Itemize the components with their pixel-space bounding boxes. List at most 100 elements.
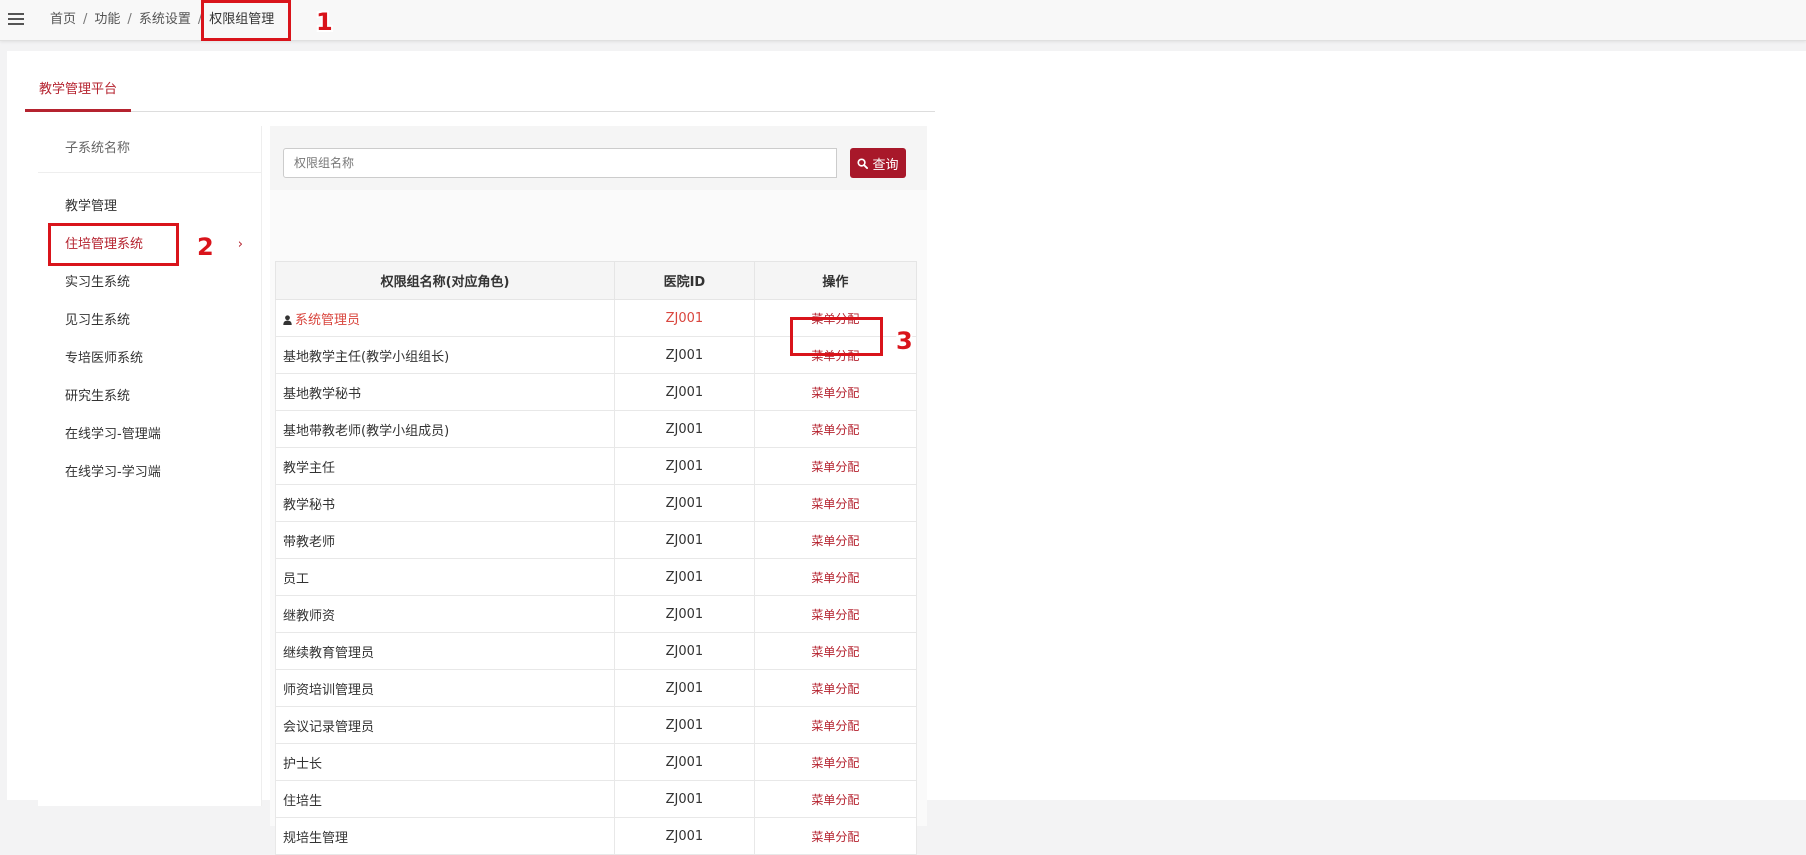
- subsystem-header: 子系统名称: [38, 126, 261, 173]
- cell-group-name: 继续教育管理员: [274, 632, 616, 670]
- cell-hospital-id: ZJ001: [614, 817, 755, 855]
- cell-group-name: 基地教学主任(教学小组组长): [274, 336, 616, 374]
- cell-group-name: 带教老师: [274, 521, 616, 559]
- cell-hospital-id: ZJ001: [614, 410, 755, 448]
- cell-hospital-id: ZJ001: [614, 706, 755, 744]
- cell-group-name: 师资培训管理员: [274, 669, 616, 707]
- table-row: 员工 ZJ001 菜单分配: [274, 558, 918, 596]
- cell-hospital-id: ZJ001: [614, 336, 755, 374]
- table-header-row: 权限组名称(对应角色) 医院ID 操作: [274, 261, 918, 300]
- menu-assign-link[interactable]: 菜单分配: [811, 497, 859, 511]
- annotation-box-2: [48, 223, 179, 266]
- tab-teaching-platform[interactable]: 教学管理平台: [25, 72, 132, 112]
- cell-action: 菜单分配: [753, 669, 918, 707]
- sidebar-item-online-learning-admin[interactable]: 在线学习-管理端: [65, 415, 255, 455]
- cell-action: 菜单分配: [753, 521, 918, 559]
- breadcrumb-separator: /: [127, 12, 132, 27]
- content-area: 查询 权限组名称(对应角色) 医院ID 操作 系统管理员ZJ001菜单分配基地教…: [270, 126, 927, 855]
- sidebar-item-online-learning-student[interactable]: 在线学习-学习端: [65, 453, 255, 493]
- search-icon: [857, 157, 869, 169]
- menu-assign-link[interactable]: 菜单分配: [811, 608, 859, 622]
- table-row: 继续教育管理员 ZJ001 菜单分配: [274, 632, 918, 670]
- breadcrumb-function[interactable]: 功能: [94, 12, 120, 27]
- annotation-number-2: 2: [197, 233, 214, 261]
- cell-group-name: 基地带教老师(教学小组成员): [274, 410, 616, 448]
- menu-assign-link[interactable]: 菜单分配: [811, 830, 859, 844]
- annotation-box-3: [790, 317, 883, 356]
- column-header-action: 操作: [753, 261, 918, 300]
- table-body: 系统管理员 ZJ001 菜单分配 基地教学主任(教学小组组长) ZJ001 菜单分配 基地教…: [274, 299, 918, 855]
- table-row: 带教老师 ZJ001 菜单分配: [274, 521, 918, 559]
- cell-hospital-id: ZJ001: [614, 447, 755, 485]
- group-name: 基地带教老师(教学小组成员): [283, 423, 450, 439]
- cell-action: 菜单分配: [753, 706, 918, 744]
- table-row: 规培生管理 ZJ001 菜单分配: [274, 817, 918, 855]
- cell-hospital-id: ZJ001: [614, 780, 755, 818]
- breadcrumb-system-settings[interactable]: 系统设置: [139, 12, 191, 27]
- cell-group-name: 基地教学秘书: [274, 373, 616, 411]
- cell-action: 菜单分配: [753, 558, 918, 596]
- table-row: 师资培训管理员 ZJ001 菜单分配: [274, 669, 918, 707]
- group-name: 师资培训管理员: [283, 682, 375, 698]
- table-row: 基地教学秘书 ZJ001 菜单分配: [274, 373, 918, 411]
- annotation-number-3: 3: [896, 327, 913, 355]
- cell-action: 菜单分配: [753, 410, 918, 448]
- cell-group-name: 继教师资: [274, 595, 616, 633]
- group-name: 教学秘书: [283, 497, 336, 513]
- group-name: 员工: [283, 571, 310, 587]
- sidebar-item-intern-system[interactable]: 实习生系统: [65, 263, 255, 303]
- search-input[interactable]: [283, 148, 837, 178]
- chevron-right-icon: ›: [237, 237, 243, 252]
- sidebar-item-graduate-system[interactable]: 研究生系统: [65, 377, 255, 417]
- menu-assign-link[interactable]: 菜单分配: [811, 571, 859, 585]
- menu-assign-link[interactable]: 菜单分配: [811, 645, 859, 659]
- menu-assign-link[interactable]: 菜单分配: [811, 756, 859, 770]
- search-button[interactable]: 查询: [850, 148, 906, 178]
- sidebar-item-specialist-system[interactable]: 专培医师系统: [65, 339, 255, 379]
- cell-hospital-id: ZJ001: [614, 521, 755, 559]
- group-name: 基地教学主任(教学小组组长): [283, 349, 450, 365]
- cell-action: 菜单分配: [753, 373, 918, 411]
- menu-toggle-icon[interactable]: [8, 10, 24, 28]
- group-name: 基地教学秘书: [283, 386, 362, 402]
- cell-action: 菜单分配: [753, 595, 918, 633]
- breadcrumb-separator: /: [83, 12, 88, 27]
- menu-assign-link[interactable]: 菜单分配: [811, 386, 859, 400]
- group-name: 带教老师: [283, 534, 336, 550]
- cell-group-name: 员工: [274, 558, 616, 596]
- table-row: 继教师资 ZJ001 菜单分配: [274, 595, 918, 633]
- cell-hospital-id: ZJ001: [614, 632, 755, 670]
- group-name: 规培生管理: [283, 830, 349, 846]
- group-name: 继续教育管理员: [283, 645, 375, 661]
- user-icon: [283, 314, 292, 325]
- annotation-number-1: 1: [316, 8, 333, 36]
- search-area: 查询: [270, 126, 927, 190]
- search-button-label: 查询: [872, 157, 899, 173]
- cell-action: 菜单分配: [753, 447, 918, 485]
- cell-hospital-id: ZJ001: [614, 743, 755, 781]
- menu-assign-link[interactable]: 菜单分配: [811, 682, 859, 696]
- menu-assign-link[interactable]: 菜单分配: [811, 460, 859, 474]
- menu-assign-link[interactable]: 菜单分配: [811, 534, 859, 548]
- group-name: 教学主任: [283, 460, 336, 476]
- annotation-box-1: [201, 0, 291, 41]
- cell-action: 菜单分配: [753, 632, 918, 670]
- sidebar-item-trainee-system[interactable]: 见习生系统: [65, 301, 255, 341]
- cell-hospital-id: ZJ001: [614, 595, 755, 633]
- sidebar-item-teaching-management[interactable]: 教学管理: [65, 187, 255, 227]
- cell-action: 菜单分配: [753, 743, 918, 781]
- group-name: 住培生: [283, 793, 323, 809]
- table-row: 会议记录管理员 ZJ001 菜单分配: [274, 706, 918, 744]
- table-row: 护士长 ZJ001 菜单分配: [274, 743, 918, 781]
- cell-group-name: 教学主任: [274, 447, 616, 485]
- cell-action: 菜单分配: [753, 817, 918, 855]
- menu-assign-link[interactable]: 菜单分配: [811, 423, 859, 437]
- column-header-hospital-id: 医院ID: [614, 261, 755, 300]
- cell-group-name: 住培生: [274, 780, 616, 818]
- breadcrumb-home[interactable]: 首页: [50, 12, 76, 27]
- table-row: 教学秘书 ZJ001 菜单分配: [274, 484, 918, 522]
- main-panel: 教学管理平台 子系统名称 教学管理 住培管理系统 › 实习生系统 见习生系统 专…: [7, 51, 1806, 855]
- cell-action: 菜单分配: [753, 484, 918, 522]
- menu-assign-link[interactable]: 菜单分配: [811, 719, 859, 733]
- table-row: 教学主任 ZJ001 菜单分配: [274, 447, 918, 485]
